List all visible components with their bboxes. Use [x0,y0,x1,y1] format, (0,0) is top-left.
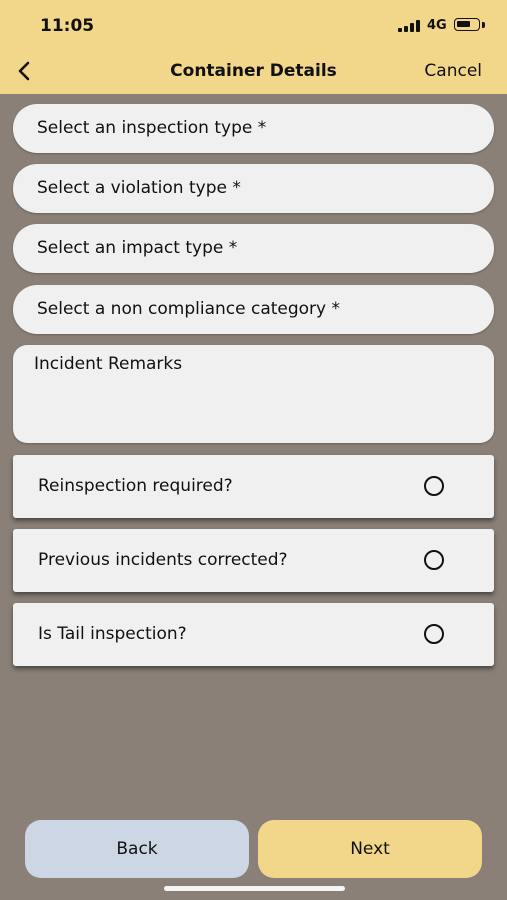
toggle-label: Is Tail inspection? [38,624,187,644]
signal-icon [398,20,420,32]
nav-bar: Container Details Cancel [0,48,507,94]
violation-type-select[interactable]: Select a violation type * [13,164,494,213]
incident-remarks-field[interactable]: Incident Remarks [13,345,494,443]
battery-icon [454,18,480,31]
back-button[interactable]: Back [25,820,249,878]
inspection-type-select[interactable]: Select an inspection type * [13,104,494,153]
battery-tip [482,22,485,28]
radio-unselected-icon[interactable] [424,624,444,644]
next-button[interactable]: Next [258,820,482,878]
home-indicator[interactable] [164,886,345,891]
reinspection-required-toggle[interactable]: Reinspection required? [13,455,494,518]
cancel-button[interactable]: Cancel [424,61,482,81]
previous-incidents-corrected-toggle[interactable]: Previous incidents corrected? [13,529,494,592]
tail-inspection-toggle[interactable]: Is Tail inspection? [13,603,494,666]
network-type: 4G [427,18,447,33]
status-time: 11:05 [40,16,95,36]
status-bar: 11:05 4G [0,0,507,48]
radio-unselected-icon[interactable] [424,476,444,496]
toggle-label: Previous incidents corrected? [38,550,288,570]
non-compliance-category-select[interactable]: Select a non compliance category * [13,285,494,334]
toggle-label: Reinspection required? [38,476,233,496]
impact-type-select[interactable]: Select an impact type * [13,224,494,273]
radio-unselected-icon[interactable] [424,550,444,570]
incident-remarks-placeholder: Incident Remarks [34,354,183,374]
